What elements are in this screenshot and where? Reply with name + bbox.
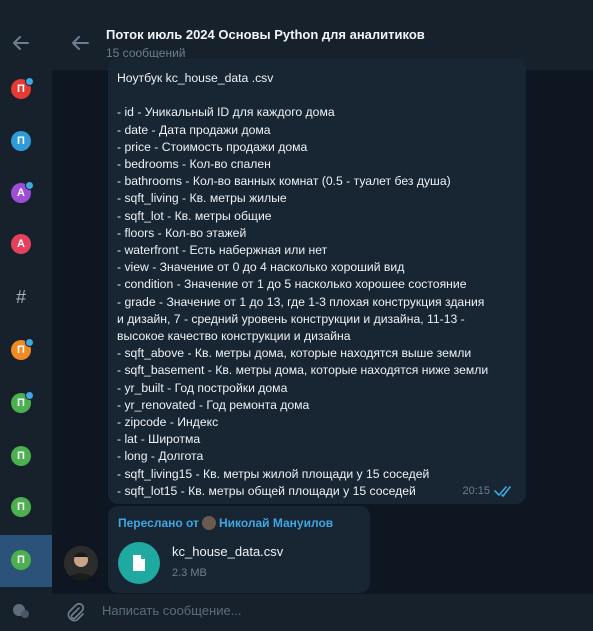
forwarded-header[interactable]: Переслано от Николай Мануилов	[118, 516, 333, 530]
folder-icon-5[interactable]: П	[11, 338, 34, 360]
message-line: - id - Уникальный ID для каждого дома	[117, 105, 335, 120]
folder-icon-7[interactable]: П	[11, 446, 31, 466]
message-line: - long - Долгота	[117, 449, 204, 464]
folder-icon-8[interactable]: П	[11, 497, 31, 517]
folder-letter: П	[17, 397, 25, 409]
folder-letter: П	[17, 83, 25, 95]
unread-dot	[25, 338, 34, 347]
folder-letter: П	[17, 501, 25, 513]
folder-icon-4[interactable]: #	[11, 287, 31, 307]
message-line: - sqft_lot15 - Кв. метры общей площади у…	[117, 483, 416, 498]
attach-icon[interactable]	[64, 602, 86, 624]
message-line: - sqft_above - Кв. метры дома, которые н…	[117, 346, 472, 361]
settings-icon[interactable]	[10, 600, 32, 622]
folder-letter: А	[17, 238, 25, 250]
message-line: - condition - Значение от 1 до 5 насколь…	[117, 277, 467, 292]
read-checkmarks-icon	[494, 486, 511, 497]
message-line: и дизайн, 7 - средний уровень конструкци…	[117, 311, 465, 326]
forwarded-file-bubble[interactable]: Переслано от Николай Мануилов kc_house_d…	[108, 506, 370, 593]
file-size: 2.3 MB	[172, 567, 207, 579]
folder-letter: П	[17, 450, 25, 462]
document-icon	[133, 555, 145, 571]
message-line: - floors - Кол-во этажей	[117, 225, 247, 240]
sender-avatar[interactable]	[64, 546, 98, 580]
unread-dot	[25, 77, 34, 86]
message-line: - sqft_basement - Кв. метры дома, которы…	[117, 363, 489, 378]
folder-letter: П	[17, 344, 25, 356]
folder-icon-0[interactable]: П	[11, 77, 34, 99]
folder-letter: П	[17, 554, 25, 566]
folder-sidebar: П П А А # П П П П П	[0, 0, 52, 631]
message-bubble[interactable]: Ноутбук kc_house_data .csv - id - Уникаль…	[108, 58, 526, 504]
message-line: высокое качество конструкции и дизайна	[117, 329, 351, 344]
message-line: - waterfront - Есть набержная или нет	[117, 243, 328, 258]
forwarded-author[interactable]: Николай Мануилов	[219, 516, 333, 530]
file-icon[interactable]	[118, 542, 160, 584]
back-arrow-icon[interactable]	[68, 32, 92, 54]
folder-icon-2[interactable]: А	[11, 181, 34, 203]
chat-title: Поток июль 2024 Основы Python для аналит…	[106, 27, 425, 42]
folder-letter: #	[15, 286, 26, 307]
message-line: - yr_built - Год постройки дома	[117, 380, 288, 395]
message-line: - zipcode - Индекс	[117, 415, 219, 430]
message-input[interactable]: Написать сообщение...	[102, 603, 242, 618]
message-text: Ноутбук kc_house_data .csv - id - Уникаль…	[117, 70, 517, 500]
message-line: - price - Стоимость продажи дома	[117, 139, 308, 154]
message-line: Ноутбук kc_house_data .csv	[117, 71, 274, 85]
message-meta: 20:15	[462, 485, 514, 497]
message-input-bar: Написать сообщение...	[52, 594, 593, 631]
folder-icon-9[interactable]: П	[11, 550, 31, 570]
message-line: - sqft_living15 - Кв. метры жилой площад…	[117, 466, 430, 481]
folder-letter: А	[17, 187, 25, 199]
message-line: - grade - Значение от 1 до 13, где 1-3 п…	[117, 294, 485, 309]
folder-icon-3[interactable]: А	[11, 234, 31, 254]
message-line	[117, 87, 517, 104]
forwarded-label: Переслано от	[118, 516, 199, 530]
message-line: - view - Значение от 0 до 4 насколько хо…	[117, 260, 405, 275]
unread-dot	[25, 181, 34, 190]
folder-icon-1[interactable]: П	[11, 131, 31, 151]
author-avatar	[201, 516, 216, 530]
back-arrow-icon[interactable]	[10, 32, 32, 54]
message-line: - yr_renovated - Год ремонта дома	[117, 397, 310, 412]
folder-icon-6[interactable]: П	[11, 391, 34, 413]
folder-letter: П	[17, 135, 25, 147]
message-time: 20:15	[462, 485, 490, 497]
message-line: - date - Дата продажи дома	[117, 122, 271, 137]
message-line: - sqft_living - Кв. метры жилые	[117, 191, 287, 206]
file-name[interactable]: kc_house_data.csv	[172, 544, 283, 559]
chat-panel: Поток июль 2024 Основы Python для аналит…	[52, 0, 593, 631]
unread-dot	[25, 391, 34, 400]
message-line: - bedrooms - Кол-во спален	[117, 157, 271, 171]
sender-photo	[64, 546, 98, 580]
message-line: - bathrooms - Кол-во ванных комнат (0.5 …	[117, 174, 451, 189]
message-line: - lat - Широтма	[117, 432, 201, 447]
message-line: - sqft_lot - Кв. метры общие	[117, 208, 272, 223]
